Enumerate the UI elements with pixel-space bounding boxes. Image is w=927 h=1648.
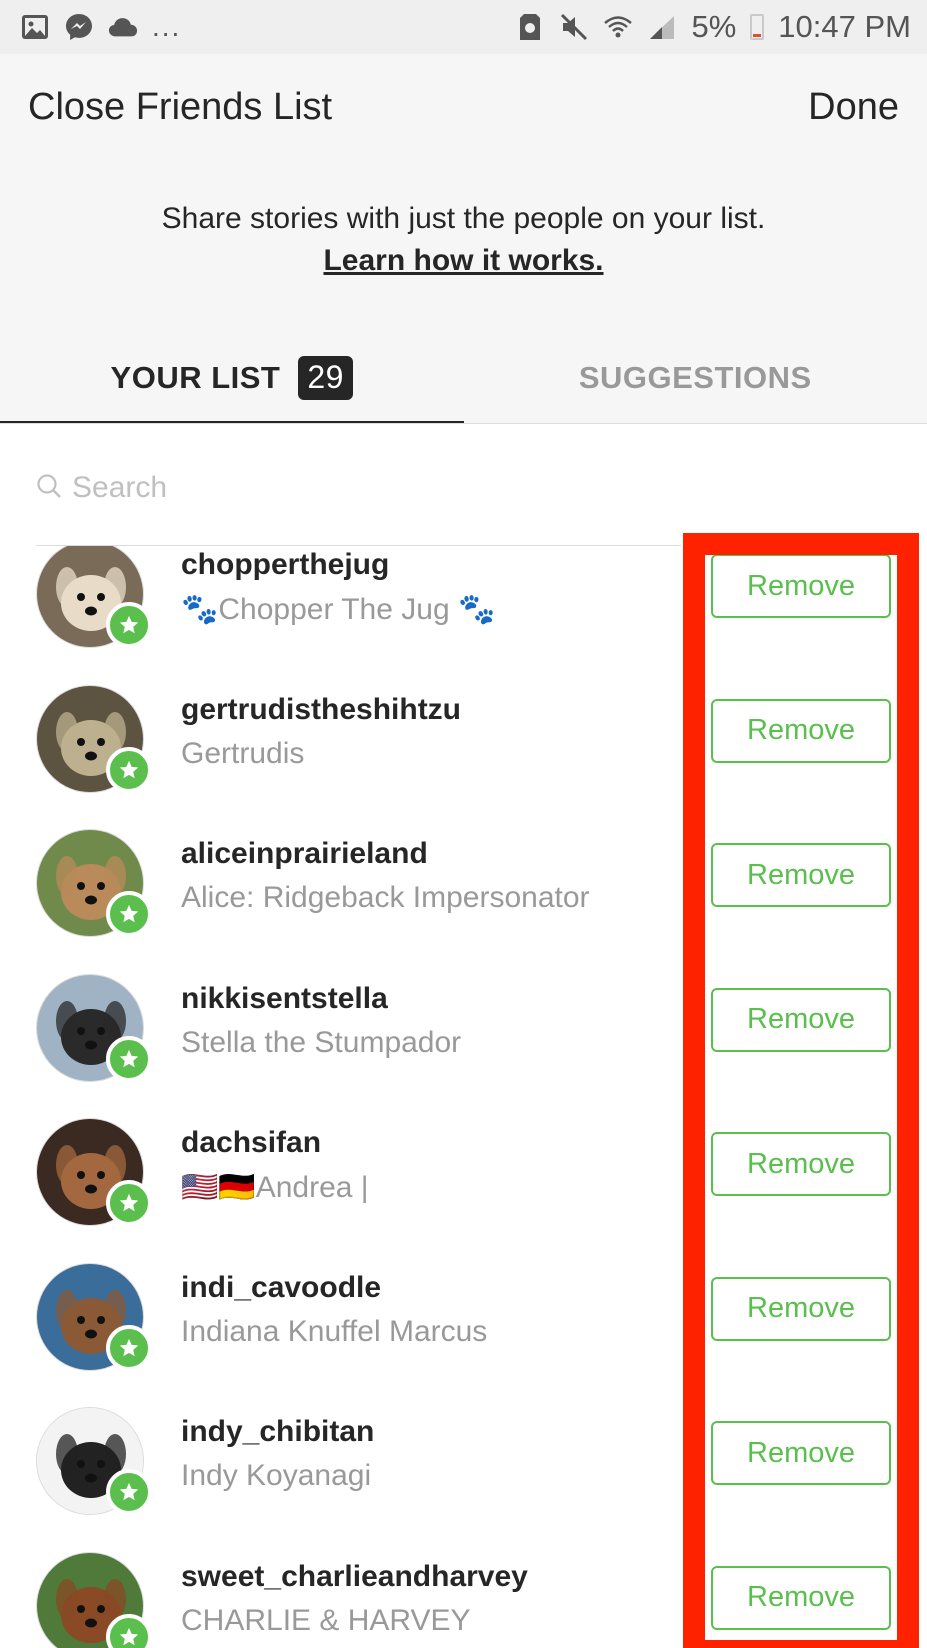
list-count-badge: 29 — [298, 356, 353, 400]
battery-percent: 5% — [691, 9, 737, 44]
avatar-container[interactable] — [36, 973, 152, 1082]
remove-button[interactable]: Remove — [711, 554, 891, 618]
friend-full-name: Alice: Ridgeback Impersonator — [181, 881, 590, 914]
avatar-container[interactable] — [36, 1407, 152, 1515]
cloud-icon — [108, 12, 138, 42]
remove-button[interactable]: Remove — [711, 1276, 891, 1341]
done-button[interactable]: Done — [808, 86, 899, 129]
header: Close Friends List Done Share stories wi… — [0, 54, 927, 424]
avatar-container[interactable] — [36, 829, 152, 937]
signal-icon — [647, 12, 677, 42]
friend-username[interactable]: gertrudistheshihtzu — [181, 693, 461, 727]
close-friend-star-icon — [106, 1324, 152, 1371]
friend-username[interactable]: nikkisentstella — [181, 982, 388, 1016]
wifi-icon — [603, 12, 633, 42]
friend-username[interactable]: indy_chibitan — [181, 1415, 374, 1449]
friend-username[interactable]: sweet_charlieandharvey — [181, 1560, 528, 1594]
status-bar-left: ... — [20, 11, 181, 43]
close-friend-star-icon — [106, 1180, 152, 1226]
remove-button[interactable]: Remove — [711, 987, 891, 1052]
search-input[interactable] — [72, 471, 652, 505]
friend-username[interactable]: indi_cavoodle — [181, 1271, 381, 1305]
friend-full-name: Indy Koyanagi — [181, 1459, 372, 1492]
remove-button[interactable]: Remove — [711, 1421, 891, 1485]
battery-icon — [750, 14, 765, 40]
close-friend-star-icon — [106, 891, 152, 937]
tab-suggestions-label: SUGGESTIONS — [578, 360, 812, 395]
avatar-container[interactable] — [36, 1551, 152, 1648]
gallery-icon — [20, 12, 50, 42]
list-item: indy_chibitan Indy Koyanagi Remove — [0, 1407, 927, 1551]
learn-how-link[interactable]: Learn how it works. — [0, 244, 927, 278]
list-item: nikkisentstella Stella the Stumpador Remov… — [0, 973, 927, 1118]
notification-overflow: ... — [152, 11, 182, 42]
close-friend-star-icon — [106, 602, 152, 648]
screen: ... 5% 10:47 PM Close Friends List Done … — [0, 0, 927, 1648]
friend-full-name: Indiana Knuffel Marcus — [181, 1314, 488, 1348]
tab-bar: YOUR LIST 29 SUGGESTIONS — [0, 332, 927, 424]
close-friend-star-icon — [106, 1035, 152, 1082]
friend-username[interactable]: aliceinprairieland — [181, 837, 428, 871]
tab-your-list[interactable]: YOUR LIST 29 — [0, 332, 464, 424]
friend-username[interactable]: dachsifan — [181, 1126, 321, 1160]
search-icon — [36, 473, 62, 504]
list-item: indi_cavoodle Indiana Knuffel Marcus Remov… — [0, 1262, 927, 1407]
list-item: sweet_charlieandharvey CHARLIE & HARVEY Re… — [0, 1551, 927, 1648]
list-item: aliceinprairieland Alice: Ridgeback Imper… — [0, 829, 927, 973]
remove-button[interactable]: Remove — [711, 1565, 891, 1630]
close-friends-list: chopperthejug 🐾Chopper The Jug 🐾 Remove ger… — [0, 546, 927, 1648]
status-bar-right: 5% 10:47 PM — [515, 9, 911, 45]
remove-button[interactable]: Remove — [711, 1132, 891, 1196]
remove-button[interactable]: Remove — [711, 698, 891, 763]
messenger-icon — [64, 12, 94, 42]
search-bar[interactable] — [36, 460, 676, 516]
storage-icon — [515, 12, 545, 42]
close-friend-star-icon — [106, 746, 152, 793]
list-item: dachsifan 🇺🇸🇩🇪Andrea | Remove — [0, 1118, 927, 1262]
close-friend-star-icon — [106, 1613, 152, 1648]
mute-icon — [559, 12, 589, 42]
page-title: Close Friends List — [28, 86, 333, 128]
description: Share stories with just the people on yo… — [161, 202, 766, 235]
friend-full-name: 🇺🇸🇩🇪Andrea | — [181, 1171, 369, 1204]
status-bar: ... 5% 10:47 PM — [0, 0, 927, 54]
tab-your-list-label: YOUR LIST — [110, 360, 281, 395]
clock: 10:47 PM — [778, 9, 911, 44]
header-divider — [0, 423, 927, 424]
list-item: gertrudistheshihtzu Gertrudis Remove — [0, 684, 927, 829]
friend-full-name: Gertrudis — [181, 736, 305, 770]
remove-button[interactable]: Remove — [711, 843, 891, 907]
avatar-container[interactable] — [36, 1262, 152, 1371]
avatar-container[interactable] — [36, 684, 152, 793]
friend-full-name: CHARLIE & HARVEY — [181, 1603, 471, 1637]
close-friend-star-icon — [106, 1469, 152, 1515]
friend-full-name: 🐾Chopper The Jug 🐾 — [181, 593, 496, 626]
avatar-container[interactable] — [36, 1118, 152, 1226]
tab-suggestions[interactable]: SUGGESTIONS — [464, 332, 927, 424]
friend-full-name: Stella the Stumpador — [181, 1025, 462, 1059]
list-item: chopperthejug 🐾Chopper The Jug 🐾 Remove — [0, 546, 927, 684]
friend-username[interactable]: chopperthejug — [181, 548, 389, 582]
avatar-container[interactable] — [36, 546, 152, 648]
